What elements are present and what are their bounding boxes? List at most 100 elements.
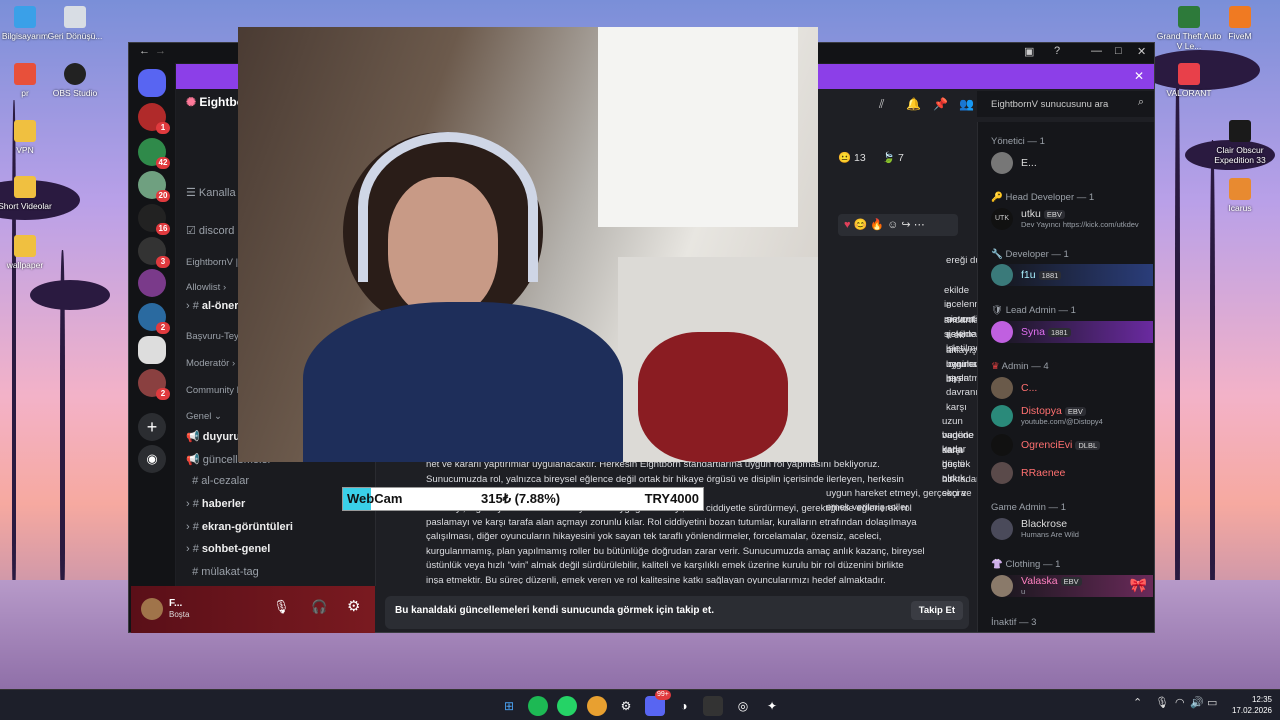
overlay-goal: TRY4000 [644, 491, 699, 506]
channel-mulakat[interactable]: # mülakat-tag [186, 566, 259, 578]
desktop-icon-icarus[interactable]: Icarus [1205, 178, 1275, 213]
member-item[interactable]: C... [991, 377, 1153, 399]
member-item[interactable]: Distopya EBV youtube.com/@Distopy4 [991, 405, 1153, 427]
avatar[interactable] [141, 598, 163, 620]
category-moderator[interactable]: Moderatör › [186, 358, 235, 369]
wifi-icon[interactable]: ◠ [1175, 696, 1185, 709]
search-box[interactable]: EightbornV sunucusunu ara ⌕ [977, 91, 1154, 117]
category-community[interactable]: Community F [186, 385, 242, 396]
server-icon[interactable] [138, 336, 166, 364]
member-item[interactable]: RRaenee [991, 462, 1153, 484]
follow-button[interactable]: Takip Et [910, 601, 963, 620]
server-icon[interactable]: 1 [138, 103, 170, 134]
forward-icon[interactable]: ↪ [901, 219, 910, 231]
channel-sohbet[interactable]: › # sohbet-genel [186, 543, 270, 555]
server-icon[interactable]: 16 [138, 204, 170, 235]
chevron-right-icon: › [222, 282, 227, 293]
inbox-icon[interactable]: ▣ [1024, 45, 1034, 58]
server-icon[interactable] [138, 269, 166, 297]
steam-icon[interactable]: ◑ [674, 696, 694, 716]
channel-kanallar[interactable]: ☰ Kanalla [186, 186, 236, 199]
emoji-icon[interactable]: 😊 [854, 219, 868, 231]
server-icon[interactable]: 2 [138, 303, 170, 334]
server-icon[interactable]: 2 [138, 369, 170, 400]
more-icon[interactable]: ⋯ [914, 219, 925, 231]
hash-icon: # [186, 475, 202, 487]
settings-icon[interactable]: ⚙ [347, 597, 360, 615]
member-item[interactable]: OgrenciEvi DLBL [991, 434, 1153, 456]
member-item[interactable]: Valaska EBV u 🎀 [991, 575, 1153, 597]
bell-icon[interactable]: 🔔 [906, 97, 921, 111]
discord-home-icon[interactable] [138, 69, 166, 97]
megaphone-icon: 📢 [186, 454, 203, 466]
headphones-icon[interactable]: 🎧 [311, 599, 327, 615]
maximize-icon[interactable]: □ [1115, 45, 1122, 57]
category-eightbornv[interactable]: EightbornV | [186, 257, 238, 268]
server-icon[interactable]: 20 [138, 171, 170, 202]
settings-icon[interactable]: ⚙ [616, 696, 636, 716]
battery-icon[interactable]: ▭ [1207, 696, 1217, 709]
role-header: ♛ Admin — 4 [991, 361, 1049, 372]
close-icon[interactable]: ✕ [1134, 69, 1144, 83]
member-item[interactable]: E... [991, 152, 1153, 174]
discord-icon[interactable]: 99+ [645, 690, 671, 716]
help-icon[interactable]: ? [1054, 45, 1060, 57]
search-icon: ⌕ [1137, 96, 1144, 108]
spotify-icon[interactable] [528, 696, 548, 716]
reaction-13[interactable]: 😐 13 [838, 151, 866, 165]
desktop-icon-short-videos[interactable]: Short Videolar [0, 176, 60, 211]
channel-haberler[interactable]: › # haberler [186, 498, 245, 510]
back-icon[interactable]: ← [139, 45, 150, 57]
threads-icon[interactable]: ⫽ [879, 97, 884, 111]
desktop-icon-vpn[interactable]: VPN [0, 120, 60, 155]
reaction-7[interactable]: 🍃 7 [882, 151, 904, 165]
category-allowlist[interactable]: Allowlist › [186, 282, 226, 293]
whatsapp-icon[interactable] [557, 696, 577, 716]
discover-icon[interactable]: ◉ [138, 445, 166, 473]
avatar [991, 518, 1013, 540]
app-icon[interactable]: ✦ [762, 696, 782, 716]
epic-games-icon[interactable] [703, 696, 723, 716]
pin-icon[interactable]: 📌 [933, 97, 948, 111]
desktop-icon-clair-obscur[interactable]: Clair Obscur Expedition 33 [1205, 120, 1275, 165]
avatar: UTK [991, 208, 1013, 230]
start-icon[interactable]: ⊞ [499, 696, 519, 716]
add-reaction-icon[interactable]: ☺ [887, 219, 898, 231]
member-item[interactable]: Blackrose Humans Are Wild [991, 518, 1153, 540]
channel-al-cezalar[interactable]: # al-cezalar [186, 475, 249, 487]
channel-al-oneri[interactable]: › # al-öner [186, 300, 239, 312]
category-basvuru[interactable]: Başvuru-Teyi [186, 331, 241, 342]
category-genel[interactable]: Genel ⌄ [186, 411, 222, 422]
heart-icon[interactable]: ♥ [844, 219, 851, 231]
member-item[interactable]: UTK utku EBV Dev Yayıncı https://kick.com/u… [991, 208, 1153, 230]
members-icon[interactable]: 👥 [959, 97, 974, 111]
microphone-icon[interactable]: 🎙 [1155, 696, 1169, 709]
game-icon [1229, 120, 1251, 142]
channel-ekran[interactable]: › # ekran-görüntüleri [186, 521, 293, 533]
server-icon[interactable]: 3 [138, 237, 170, 268]
member-item[interactable]: f1u 1881 [991, 264, 1153, 286]
forward-icon[interactable]: → [155, 45, 166, 57]
member-item[interactable]: Syna 1881 [991, 321, 1153, 343]
volume-icon[interactable]: 🔊 [1190, 696, 1204, 709]
close-icon[interactable]: ✕ [1137, 45, 1146, 58]
desktop-icon-recycle-bin[interactable]: Geri Dönüşü... [40, 6, 110, 41]
clock[interactable]: 12:35 17.02.2026 [1228, 694, 1272, 716]
desktop-icon-valorant[interactable]: VALORANT [1154, 63, 1224, 98]
github-icon[interactable]: ◎ [733, 696, 753, 716]
channel-duyurular[interactable]: 📢 duyurul [186, 430, 243, 443]
chrome-icon[interactable] [587, 696, 607, 716]
channel-discord[interactable]: ☑ discord [186, 224, 234, 237]
desktop-icon-obs[interactable]: OBS Studio [40, 63, 110, 98]
chevron-up-icon[interactable]: ⌃ [1133, 696, 1142, 709]
message-line: çalışılması, diğer oyuncuların hikayesin… [426, 531, 882, 542]
folder-icon [14, 63, 36, 85]
minimize-icon[interactable]: — [1091, 45, 1102, 57]
desktop-icon-wallpaper[interactable]: wallpaper [0, 235, 60, 270]
microphone-icon[interactable]: 🎙 [273, 599, 290, 615]
server-name[interactable]: ✺ Eightbo [186, 95, 244, 109]
desktop-icon-fivem[interactable]: FiveM [1205, 6, 1275, 41]
fire-icon[interactable]: 🔥 [870, 219, 884, 231]
add-server-icon[interactable]: + [138, 413, 166, 441]
server-icon[interactable]: 42 [138, 138, 170, 169]
